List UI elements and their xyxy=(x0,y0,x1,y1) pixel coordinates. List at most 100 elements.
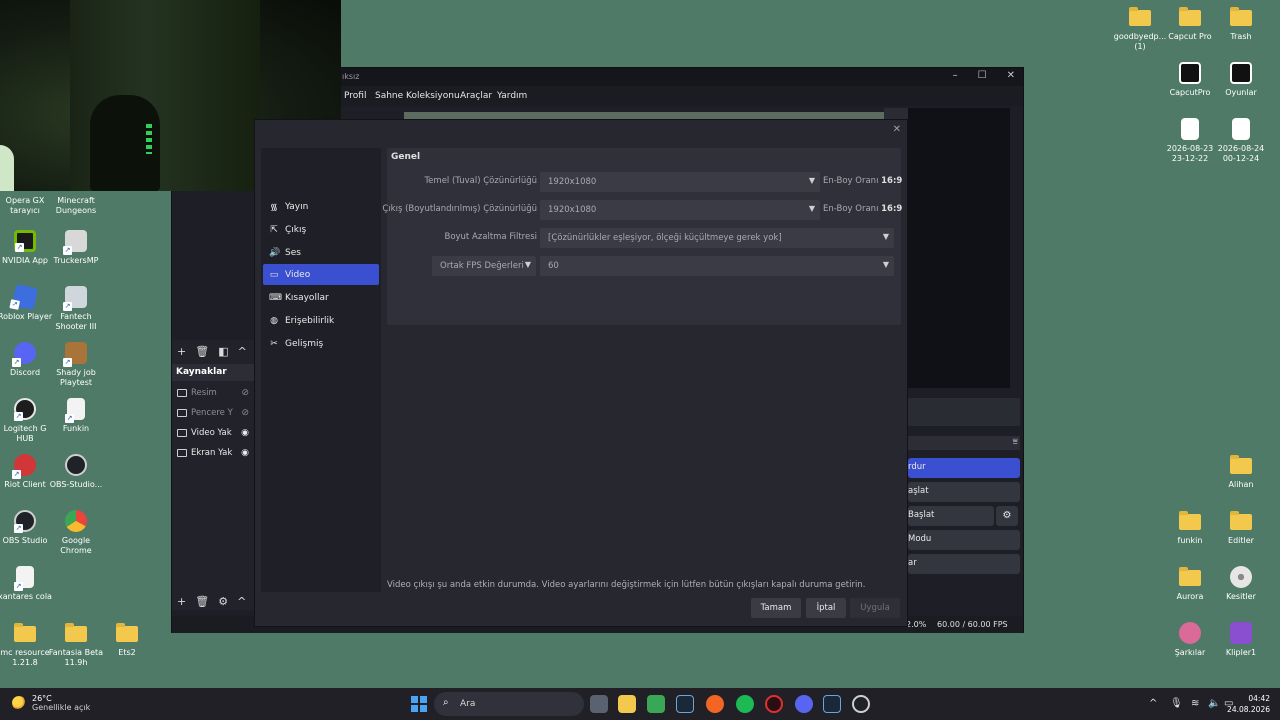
windows-logo-pane xyxy=(420,696,427,703)
source-item[interactable]: Ekran Yak ◉ xyxy=(172,444,254,462)
desktop-icon-ets2[interactable]: Ets2 xyxy=(96,622,158,658)
filter-icon[interactable]: ◧ xyxy=(218,345,228,358)
minimize-icon[interactable]: – xyxy=(953,70,958,81)
apply-button[interactable]: Uygula xyxy=(850,598,900,618)
monitor-icon: ▭ xyxy=(269,269,279,280)
desktop-icon-kesitler[interactable]: Kesitler xyxy=(1210,566,1272,602)
chevron-up-icon[interactable]: ^ xyxy=(1149,698,1157,709)
sources-bottom-toolbar: + 🗑 ⚙ ^ xyxy=(172,590,254,612)
desktop-icon-video-0824[interactable]: 2026-08-24 00-12-24 xyxy=(1210,118,1272,164)
control-label: aşlat xyxy=(908,486,929,496)
discord-icon[interactable] xyxy=(795,695,813,713)
virtual-camera-button[interactable]: Başlat xyxy=(908,506,994,526)
start-button[interactable] xyxy=(411,696,427,712)
add-icon[interactable]: + xyxy=(177,595,186,608)
source-item[interactable]: Video Yak ◉ xyxy=(172,424,254,442)
desktop-icon-google-chrome[interactable]: Google Chrome xyxy=(45,510,107,556)
spotify-icon[interactable] xyxy=(736,695,754,713)
trash-icon[interactable]: 🗑 xyxy=(195,595,209,608)
menu-help[interactable]: Yardım xyxy=(497,91,527,101)
add-icon[interactable]: + xyxy=(177,345,186,358)
minecraft-icon[interactable] xyxy=(647,695,665,713)
menu-scene-collection[interactable]: Sahne Koleksiyonu xyxy=(375,91,460,101)
stop-stream-button[interactable]: rdur xyxy=(908,458,1020,478)
menu-profil[interactable]: Profil xyxy=(344,91,366,101)
desktop-icon-oyunlar[interactable]: Oyunlar xyxy=(1210,62,1272,98)
volume-icon[interactable]: 🔈 xyxy=(1208,698,1220,709)
opera-gx-icon[interactable] xyxy=(765,695,783,713)
chevron-up-icon[interactable]: ^ xyxy=(237,595,246,608)
wifi-icon[interactable]: ≋ xyxy=(1191,698,1199,709)
eye-hidden-icon[interactable]: ⊘ xyxy=(241,408,249,418)
base-resolution-combo[interactable]: 1920x1080 ▼ xyxy=(540,172,820,192)
studio-mode-button[interactable]: Modu xyxy=(908,530,1020,550)
desktop-icon-trash[interactable]: Trash xyxy=(1210,6,1272,42)
combo-value: 1920x1080 xyxy=(548,177,597,187)
desktop-icon-fantech[interactable]: Fantech Shooter III xyxy=(45,286,107,332)
menu-tools[interactable]: Araçlar xyxy=(460,91,492,101)
desktop-icon-shady-job[interactable]: Shady job Playtest xyxy=(45,342,107,388)
eye-icon[interactable]: ◉ xyxy=(241,428,249,438)
steam-icon[interactable] xyxy=(676,695,694,713)
settings-button[interactable]: ar xyxy=(908,554,1020,574)
general-group: Genel Temel (Tuval) Çözünürlüğü 1920x108… xyxy=(382,148,902,325)
task-view-icon[interactable] xyxy=(590,695,608,713)
fps-value-combo[interactable]: 60 ▼ xyxy=(540,256,894,276)
downscale-filter-label: Boyut Azaltma Filtresi xyxy=(444,232,537,242)
downscale-filter-combo[interactable]: [Çözünürlükler eşleşiyor, ölçeği küçültm… xyxy=(540,228,894,248)
ok-button[interactable]: Tamam xyxy=(751,598,801,618)
cancel-button[interactable]: İptal xyxy=(806,598,846,618)
eye-icon[interactable]: ◉ xyxy=(241,448,249,458)
nav-item-stream[interactable]: ᯾ Yayın xyxy=(263,196,379,217)
gear-icon[interactable]: ⚙ xyxy=(218,595,228,608)
desktop-icon-xantares[interactable]: xantares cola xyxy=(0,566,56,602)
app-icon-orange[interactable] xyxy=(706,695,724,713)
steam-icon[interactable] xyxy=(823,695,841,713)
nav-item-accessibility[interactable]: ◍ Erişebilirlik xyxy=(263,310,379,331)
nav-item-video[interactable]: ▭ Video xyxy=(263,264,379,285)
desktop-icon-alihan[interactable]: Alihan xyxy=(1210,454,1272,490)
desktop-icon-truckersmp[interactable]: TruckersMP xyxy=(45,230,107,266)
desktop-icon-klipler1[interactable]: Klipler1 xyxy=(1210,622,1272,658)
microphone-icon[interactable]: 🎙 xyxy=(1170,698,1183,709)
desktop-icon-funkin[interactable]: Funkin xyxy=(45,398,107,434)
desktop-icon-editler[interactable]: Editler xyxy=(1210,510,1272,546)
shady-job-icon xyxy=(63,342,87,367)
source-item[interactable]: Pencere Y ⊘ xyxy=(172,404,254,422)
button-label: Uygula xyxy=(860,603,890,613)
gear-icon[interactable]: ⚙ xyxy=(996,506,1018,526)
system-clock[interactable]: 04:42 24.08.2026 xyxy=(1227,693,1270,715)
display-icon xyxy=(177,449,187,457)
nav-item-audio[interactable]: 🔊 Ses xyxy=(263,242,379,263)
desktop-icon-obs-studio-portable[interactable]: OBS-Studio... xyxy=(45,454,107,490)
chevron-up-icon[interactable]: ^ xyxy=(238,345,247,358)
close-icon[interactable]: ✕ xyxy=(1007,70,1015,81)
desktop-icon-label: Klipler1 xyxy=(1225,648,1257,657)
source-item[interactable]: Resim ⊘ xyxy=(172,384,254,402)
weather-widget[interactable]: 26°C Genellikle açık xyxy=(12,694,90,712)
aspect-label: En-Boy Oranı xyxy=(823,176,879,186)
close-icon[interactable]: ✕ xyxy=(893,124,901,135)
maximize-icon[interactable]: ☐ xyxy=(978,70,987,81)
file-icon xyxy=(65,398,85,423)
desktop-icon-label: Kesitler xyxy=(1226,592,1256,601)
file-explorer-icon[interactable] xyxy=(618,695,636,713)
output-resolution-combo[interactable]: 1920x1080 ▼ xyxy=(540,200,820,220)
combo-value: Ortak FPS Değerleri xyxy=(440,261,524,271)
taskbar-search[interactable]: ⌕ Ara xyxy=(434,692,584,716)
folder-icon xyxy=(1179,567,1201,586)
fps-readout: 60.00 / 60.00 FPS xyxy=(937,620,1008,629)
nav-item-hotkeys[interactable]: ⌨ Kısayollar xyxy=(263,287,379,308)
nav-item-advanced[interactable]: ✂ Gelişmiş xyxy=(263,333,379,354)
webcam-led-strip xyxy=(146,124,152,154)
obs-icon[interactable] xyxy=(852,695,870,713)
fps-type-combo[interactable]: Ortak FPS Değerleri ▼ xyxy=(432,256,536,276)
source-label: Video Yak xyxy=(191,428,232,438)
folder-icon xyxy=(1230,455,1252,474)
disc-icon xyxy=(1230,566,1252,588)
nav-item-output[interactable]: ⇱ Çıkış xyxy=(263,219,379,240)
trash-icon[interactable]: 🗑 xyxy=(195,345,209,358)
dock-icon[interactable]: ⩸ xyxy=(1013,437,1018,447)
start-recording-button[interactable]: aşlat xyxy=(908,482,1020,502)
eye-hidden-icon[interactable]: ⊘ xyxy=(241,388,249,398)
